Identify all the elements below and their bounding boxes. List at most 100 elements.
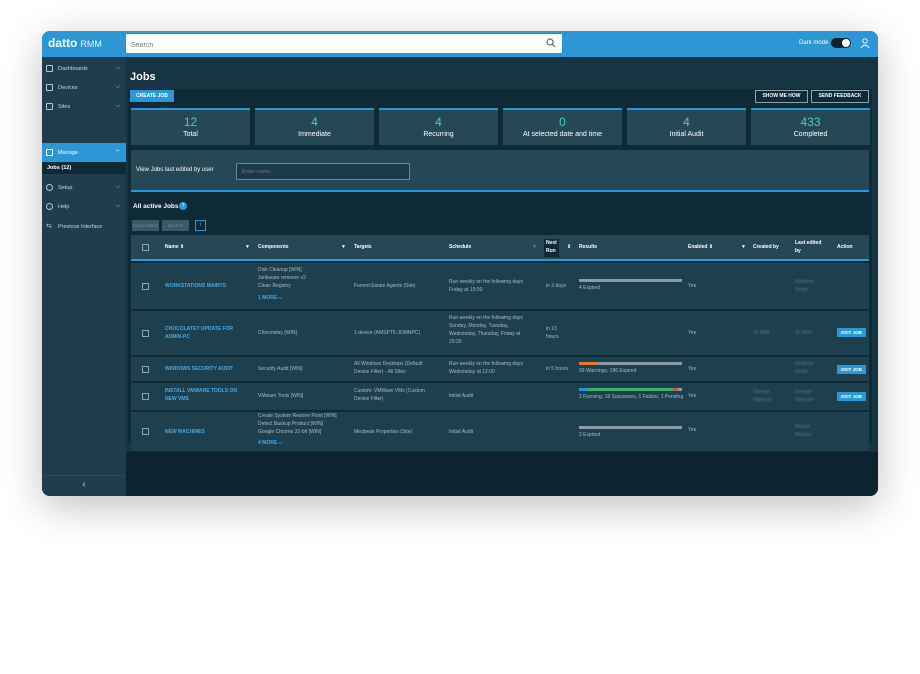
table-row[interactable]: CHOCOLATEY UPDATE FOR ADMIN-PC Chocolate… xyxy=(131,311,869,356)
schedule: Run weekly on the following days xyxy=(449,279,523,285)
filter-icon[interactable]: ▼ xyxy=(341,244,346,250)
sort-icon[interactable]: ⇕ xyxy=(567,244,571,250)
sidebar-item-sites[interactable]: Sites ⌵ xyxy=(42,97,126,116)
created-by: George Harrison xyxy=(753,389,772,403)
edit-job-button[interactable]: EDIT JOB xyxy=(837,392,866,401)
component: Detect Backup Product [WIN] xyxy=(258,421,324,427)
info-icon[interactable]: i xyxy=(195,220,206,231)
table-row[interactable]: WINDOWS SECURITY AUDIT Security Audit [W… xyxy=(131,357,869,382)
logo[interactable]: datto RMM xyxy=(48,36,102,50)
column-header-components[interactable]: Components xyxy=(258,244,289,250)
row-checkbox[interactable] xyxy=(142,283,149,290)
job-name-link[interactable]: ADMIN-PC xyxy=(165,333,190,341)
stat-total[interactable]: 12 Total xyxy=(131,108,250,145)
show-more-link[interactable]: 1 MORE ⌵ xyxy=(258,294,282,302)
job-name-link[interactable]: WINDOWS SECURITY AUDIT xyxy=(165,365,233,373)
delete-button[interactable]: DELETE xyxy=(162,220,189,231)
sidebar-item-manage[interactable]: Manage ⌃ xyxy=(42,143,126,162)
chevron-up-icon: ⌃ xyxy=(114,150,120,156)
stat-immediate[interactable]: 4 Immediate xyxy=(255,108,374,145)
job-name-link[interactable]: NEW VMS xyxy=(165,395,189,403)
row-checkbox[interactable] xyxy=(142,366,149,373)
help-icon xyxy=(46,203,53,210)
target: Medpeak Properties (Site) xyxy=(354,429,413,435)
collapse-sidebar-button[interactable]: ‹ xyxy=(42,475,126,496)
search-input[interactable] xyxy=(126,36,526,55)
table-row[interactable]: NEW MACHINES Create System Restore Point… xyxy=(131,412,869,452)
filter-icon[interactable]: ▼ xyxy=(245,244,250,250)
stat-recurring[interactable]: 4 Recurring xyxy=(379,108,498,145)
column-header-created-by[interactable]: Created by xyxy=(753,244,779,250)
user-icon[interactable] xyxy=(860,38,870,48)
sidebar-item-dashboards[interactable]: Dashboards ⌵ xyxy=(42,59,126,78)
last-edited-by: Smith xyxy=(795,287,808,293)
stat-completed[interactable]: 433 Completed xyxy=(751,108,870,145)
sidebar-item-devices[interactable]: Devices ⌵ xyxy=(42,78,126,97)
warnings-segment xyxy=(579,362,598,365)
table-row[interactable]: INSTALL VMWARE TOOLS ON NEW VMS VMware T… xyxy=(131,383,869,411)
sidebar-item-label: Previous Interface xyxy=(58,224,103,230)
job-name-link[interactable]: NEW MACHINES xyxy=(165,428,205,436)
component: Clean Registry xyxy=(258,283,291,289)
sidebar-item-label: Manage xyxy=(58,150,78,156)
stat-scheduled[interactable]: 0 At selected date and time xyxy=(503,108,622,145)
next-run: in 13 xyxy=(546,326,557,332)
job-name-link[interactable]: CHOCOLATEY UPDATE FOR xyxy=(165,325,233,333)
search-icon[interactable] xyxy=(546,38,556,48)
results-text: 59 Warnings, 186 Expired xyxy=(579,368,637,374)
user-filter-input[interactable] xyxy=(236,163,410,180)
swap-icon: ⇆ xyxy=(46,223,52,230)
stat-initial-audit[interactable]: 4 Initial Audit xyxy=(627,108,746,145)
sidebar-subitem-jobs[interactable]: Jobs (12) xyxy=(42,162,126,174)
stat-label: Total xyxy=(183,131,198,138)
help-icon[interactable]: ? xyxy=(179,202,187,210)
results-progress-bar xyxy=(579,426,682,429)
search-box[interactable] xyxy=(126,34,562,55)
column-header-targets[interactable]: Targets xyxy=(354,244,372,250)
table-row[interactable]: WORKSTATIONS MAINTS Disk Cleanup [WIN] J… xyxy=(131,263,869,310)
column-header-next-run[interactable]: Next Run xyxy=(544,239,559,257)
component: Google Chrome 32-bit [WIN] xyxy=(258,429,322,435)
sidebar-item-label: Devices xyxy=(58,85,78,91)
target: 1 device (AMSPT5-JOMNPC) xyxy=(354,330,421,336)
row-checkbox[interactable] xyxy=(142,428,149,435)
chevron-down-icon: ⌵ xyxy=(115,103,120,109)
sidebar-item-previous-interface[interactable]: ⇆ Previous Interface xyxy=(42,217,126,236)
chevron-down-icon: ⌵ xyxy=(115,84,120,90)
row-checkbox[interactable] xyxy=(142,393,149,400)
sidebar-item-setup[interactable]: Setup ⌵ xyxy=(42,178,126,197)
chevron-down-icon: ⌵ xyxy=(115,65,120,71)
sidebar-item-help[interactable]: Help ⌵ xyxy=(42,197,126,216)
component: Create System Restore Point [WIN] xyxy=(258,413,337,419)
page-title: Jobs xyxy=(130,71,156,83)
edit-job-button[interactable]: EDIT JOB xyxy=(837,328,866,337)
column-label: by xyxy=(795,248,801,254)
schedule: Initial Audit xyxy=(449,429,474,435)
results-progress-bar xyxy=(579,279,682,282)
select-all-checkbox[interactable] xyxy=(142,244,149,251)
row-checkbox[interactable] xyxy=(142,330,149,337)
column-header-last-edited[interactable]: Last edited by xyxy=(795,239,821,255)
show-me-how-button[interactable]: SHOW ME HOW xyxy=(755,90,808,103)
results-progress-bar xyxy=(579,362,682,365)
column-header-schedule[interactable]: Schedule xyxy=(449,244,471,250)
column-header-enabled[interactable]: Enabled ⇕ xyxy=(688,244,713,250)
deactivate-button[interactable]: DEACTIVATE xyxy=(132,220,159,231)
dark-mode-toggle[interactable] xyxy=(831,38,851,48)
column-header-results[interactable]: Results xyxy=(579,244,597,250)
sidebar: Dashboards ⌵ Devices ⌵ Sites ⌵ Manage ⌃ Jobs… xyxy=(42,57,126,496)
running-segment xyxy=(579,388,589,391)
filter-icon[interactable]: ▼ xyxy=(532,244,537,250)
last-edited-by: Marian xyxy=(795,424,811,430)
column-label: Next xyxy=(546,240,557,246)
filter-icon[interactable]: ▼ xyxy=(741,244,746,250)
column-header-name[interactable]: Name ⇕ xyxy=(165,244,184,250)
send-feedback-button[interactable]: SEND FEEDBACK xyxy=(811,90,869,103)
create-job-button[interactable]: CREATE JOB xyxy=(130,90,174,102)
table-header: Name ⇕ ▼ Components ▼ Targets Schedule ▼… xyxy=(131,235,869,261)
edit-job-button[interactable]: EDIT JOB xyxy=(837,365,866,374)
column-header-action: Action xyxy=(837,244,853,250)
show-more-link[interactable]: 4 MORE ⌵ xyxy=(258,439,282,447)
job-name-link[interactable]: WORKSTATIONS MAINTS xyxy=(165,282,226,290)
job-name-link[interactable]: INSTALL VMWARE TOOLS ON xyxy=(165,387,237,395)
